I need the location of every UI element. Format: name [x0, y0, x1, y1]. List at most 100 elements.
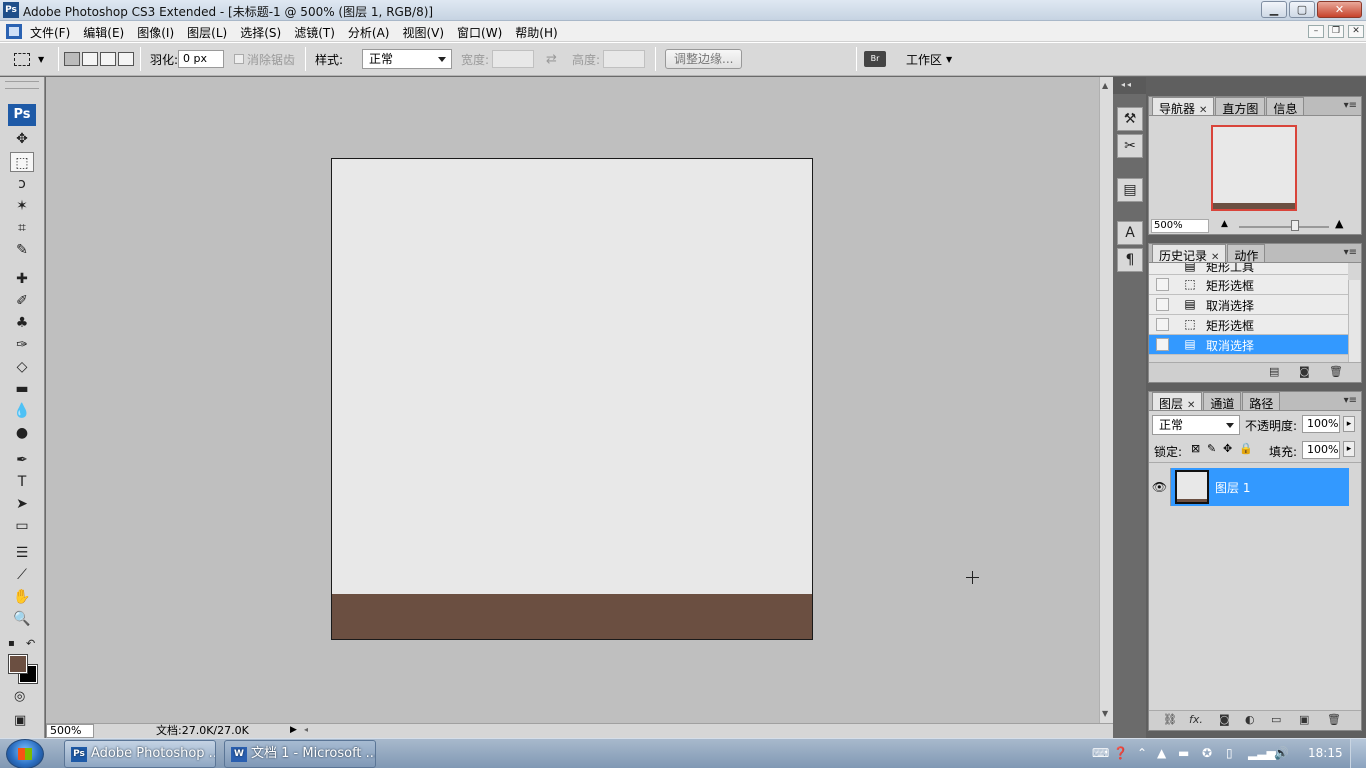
- layer-style-icon[interactable]: fx.: [1189, 713, 1203, 726]
- history-brush-source-box[interactable]: [1156, 298, 1169, 311]
- new-group-icon[interactable]: ▭: [1271, 713, 1281, 726]
- delete-state-icon[interactable]: 🗑: [1329, 365, 1343, 378]
- close-icon[interactable]: ✕: [1187, 400, 1195, 411]
- swap-colors-icon[interactable]: ↶: [26, 637, 35, 650]
- language-icon[interactable]: ⌃: [1137, 746, 1147, 760]
- layer-row[interactable]: 👁 图层 1: [1149, 468, 1349, 506]
- lock-position-icon[interactable]: ✥: [1223, 442, 1232, 455]
- document-close-button[interactable]: ✕: [1348, 25, 1364, 38]
- swap-icon[interactable]: ⇄: [546, 43, 557, 75]
- rectangle-tool-icon[interactable]: ▭: [10, 516, 34, 536]
- tab-info[interactable]: 信息: [1266, 97, 1305, 116]
- close-button[interactable]: ✕: [1317, 1, 1362, 18]
- foreground-color-swatch[interactable]: [8, 654, 28, 674]
- lock-transparent-icon[interactable]: ⊠: [1191, 442, 1200, 455]
- add-mask-icon[interactable]: ◙: [1219, 713, 1230, 726]
- menu-layer[interactable]: 图层(L): [187, 24, 234, 41]
- adjustment-layer-icon[interactable]: ◐: [1245, 713, 1255, 726]
- quick-mask-icon[interactable]: ◎: [14, 689, 25, 704]
- canvas-area[interactable]: [46, 77, 1099, 723]
- pen-tool-icon[interactable]: ✒: [10, 450, 34, 470]
- document-canvas[interactable]: [331, 158, 813, 640]
- hand-tool-icon[interactable]: ✋: [10, 587, 34, 607]
- tab-channels[interactable]: 通道: [1203, 392, 1242, 411]
- healing-brush-tool-icon[interactable]: ✚: [10, 269, 34, 289]
- blend-mode-select[interactable]: 正常: [1152, 415, 1240, 435]
- scroll-down-arrow-icon[interactable]: ▼: [1102, 709, 1108, 718]
- intersect-selection-mode-icon[interactable]: [118, 52, 134, 66]
- list-item[interactable]: ▤ 取消选择: [1149, 295, 1348, 315]
- tray-device-icon[interactable]: ▯: [1226, 746, 1233, 760]
- antialias-checkbox[interactable]: [234, 54, 244, 64]
- tray-app-icon[interactable]: ▬: [1178, 746, 1189, 760]
- new-snapshot-icon[interactable]: ◙: [1299, 365, 1310, 378]
- bridge-icon[interactable]: Br: [864, 51, 886, 67]
- navigator-preview[interactable]: [1211, 125, 1297, 211]
- horizontal-scroll-left-icon[interactable]: ◂: [304, 725, 308, 734]
- subtract-selection-mode-icon[interactable]: [100, 52, 116, 66]
- maximize-button[interactable]: ▢: [1289, 1, 1315, 18]
- eyedropper-tool-icon[interactable]: ⟋: [10, 565, 34, 585]
- minimize-button[interactable]: ▁: [1261, 1, 1287, 18]
- navigator-zoom-field[interactable]: 500%: [1151, 219, 1209, 233]
- menu-view[interactable]: 视图(V): [402, 24, 451, 41]
- document-restore-button[interactable]: ❐: [1328, 25, 1344, 38]
- path-selection-tool-icon[interactable]: ➤: [10, 494, 34, 514]
- zoom-out-icon[interactable]: ▲: [1221, 219, 1228, 229]
- start-button[interactable]: [6, 739, 44, 768]
- gradient-tool-icon[interactable]: ▬: [10, 379, 34, 399]
- panel-menu-icon[interactable]: ▾≡: [1344, 395, 1357, 406]
- list-item[interactable]: ▤ 矩形工具: [1149, 263, 1348, 275]
- menu-select[interactable]: 选择(S): [240, 24, 288, 41]
- layer-comps-panel-icon[interactable]: ▤: [1117, 178, 1143, 202]
- fill-input[interactable]: 100%: [1302, 441, 1340, 459]
- keyboard-icon[interactable]: ⌨: [1092, 746, 1109, 760]
- refine-edge-button[interactable]: 调整边缘...: [665, 49, 743, 69]
- history-brush-tool-icon[interactable]: ✑: [10, 335, 34, 355]
- list-item[interactable]: ⬚ 矩形选框: [1149, 315, 1348, 335]
- taskbar-word-button[interactable]: W 文档 1 - Microsoft ...: [224, 740, 376, 768]
- volume-icon[interactable]: 🔊: [1274, 746, 1289, 760]
- zoom-tool-icon[interactable]: 🔍: [10, 609, 34, 629]
- move-tool-icon[interactable]: ✥: [10, 129, 34, 149]
- tray-app-icon[interactable]: ✪: [1202, 746, 1212, 760]
- scroll-up-arrow-icon[interactable]: ▲: [1102, 81, 1108, 90]
- magic-wand-tool-icon[interactable]: ✶: [10, 196, 34, 216]
- new-layer-icon[interactable]: ▣: [1299, 713, 1309, 726]
- menu-filter[interactable]: 滤镜(T): [294, 24, 342, 41]
- close-icon[interactable]: ✕: [1199, 105, 1207, 116]
- tab-layers[interactable]: 图层 ✕: [1152, 392, 1203, 411]
- type-tool-icon[interactable]: T: [10, 472, 34, 492]
- screen-mode-icon[interactable]: ▣: [14, 713, 26, 728]
- tab-paths[interactable]: 路径: [1242, 392, 1281, 411]
- width-input[interactable]: [492, 50, 534, 68]
- tab-history[interactable]: 历史记录 ✕: [1152, 244, 1227, 263]
- blur-tool-icon[interactable]: 💧: [10, 401, 34, 421]
- tool-preset-picker[interactable]: ▼: [14, 43, 54, 75]
- slice-tool-icon[interactable]: ✎: [10, 240, 34, 260]
- network-icon[interactable]: ▂▃▅: [1248, 746, 1276, 760]
- feather-input[interactable]: 0 px: [178, 50, 224, 68]
- style-select[interactable]: 正常: [362, 49, 452, 69]
- character-panel-icon[interactable]: A: [1117, 221, 1143, 245]
- fill-arrow-icon[interactable]: ▸: [1343, 441, 1355, 457]
- lock-all-icon[interactable]: 🔒: [1239, 442, 1253, 455]
- clock[interactable]: 18:15: [1308, 746, 1343, 760]
- ps-badge[interactable]: Ps: [8, 104, 36, 126]
- menu-image[interactable]: 图像(I): [137, 24, 181, 41]
- document-icon[interactable]: [6, 24, 22, 39]
- show-hidden-icons-icon[interactable]: ▲: [1157, 746, 1166, 760]
- default-colors-icon[interactable]: ▪: [8, 638, 15, 649]
- lasso-tool-icon[interactable]: ↄ: [10, 174, 34, 194]
- workspace-menu[interactable]: 工作区 ▼: [906, 43, 952, 75]
- panel-menu-icon[interactable]: ▾≡: [1344, 100, 1357, 111]
- lock-image-icon[interactable]: ✎: [1207, 442, 1216, 455]
- zoom-in-icon[interactable]: ▲: [1335, 217, 1343, 230]
- history-brush-source-box[interactable]: [1156, 338, 1169, 351]
- clone-stamp-tool-icon[interactable]: ♣: [10, 313, 34, 333]
- history-brush-source-box[interactable]: [1156, 318, 1169, 331]
- help-icon[interactable]: ❓: [1113, 746, 1128, 760]
- paragraph-panel-icon[interactable]: ¶: [1117, 248, 1143, 272]
- height-input[interactable]: [603, 50, 645, 68]
- new-selection-mode-icon[interactable]: [64, 52, 80, 66]
